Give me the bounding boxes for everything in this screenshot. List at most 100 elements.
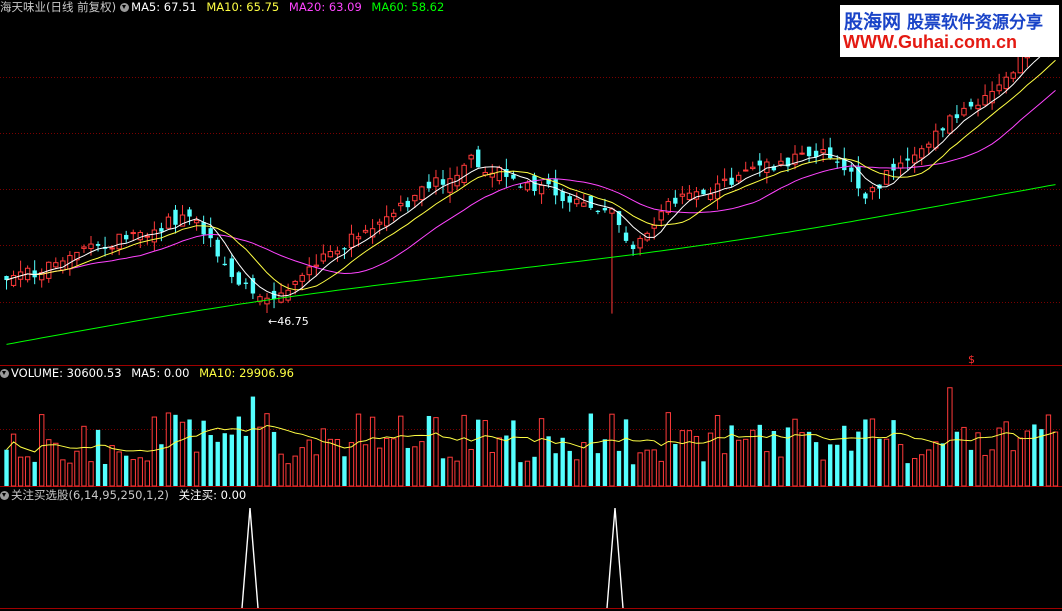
candle-down — [511, 174, 516, 179]
candle-down — [426, 181, 432, 189]
candle-up — [778, 160, 784, 165]
candle-down — [623, 232, 629, 241]
volume-bar-down — [905, 463, 910, 486]
volume-bar-down — [236, 416, 242, 486]
candle-up — [313, 264, 319, 267]
candle-down — [560, 191, 565, 202]
volume-bar-up — [144, 460, 151, 487]
volume-bar-up — [46, 439, 52, 487]
candle-up — [292, 280, 298, 285]
candle-up — [524, 182, 531, 191]
volume-bar-up — [461, 414, 467, 487]
signal-marker: $ — [968, 353, 975, 366]
candle-up — [982, 94, 988, 106]
candle-up — [799, 152, 805, 155]
ma10-value: MA10: 65.75 — [206, 0, 280, 14]
volume-bar-down — [813, 442, 819, 486]
watermark-logo: 股海网 股票软件资源分享 WWW.Guhai.com.cn — [840, 5, 1059, 57]
volume-bar-up — [489, 451, 495, 487]
candle-up — [299, 274, 305, 282]
volume-bar-down — [187, 419, 192, 486]
volume-bar-up — [799, 432, 805, 487]
volume-bar-up — [911, 458, 918, 487]
volume-bar-up — [693, 435, 700, 487]
volume-bar-up — [721, 453, 728, 487]
dropdown-icon[interactable] — [0, 369, 9, 378]
volume-bar-down — [102, 463, 108, 486]
volume-bar-up — [1024, 430, 1031, 487]
volume-bar-up — [947, 387, 953, 487]
volume-bar-up — [313, 454, 319, 487]
candle-down — [828, 147, 833, 159]
candle-up — [1003, 76, 1009, 90]
volume-bar-up — [53, 442, 59, 487]
volume-bar-up — [376, 447, 383, 487]
volume-bar-up — [278, 453, 284, 487]
volume-bar-up — [391, 438, 397, 487]
candle-up — [911, 154, 918, 164]
volume-bar-up — [574, 459, 580, 487]
volume-bar-up — [327, 438, 334, 487]
candle-up — [637, 237, 643, 249]
candle-up — [398, 202, 404, 207]
volume-value: VOLUME: 30600.53 — [11, 366, 122, 380]
logo-url: WWW.Guhai.com.cn — [843, 32, 1017, 52]
volume-bar-down — [940, 443, 946, 486]
volume-bar-up — [750, 429, 756, 487]
candle-up — [461, 164, 467, 183]
candle-up — [334, 250, 341, 255]
volume-bar-up — [299, 447, 305, 487]
volume-bar-down — [673, 444, 678, 486]
candle-down — [954, 114, 960, 119]
chart-canvas[interactable]: ←46.75 $ — [0, 0, 1062, 611]
volume-bar-down — [863, 419, 868, 486]
volume-bar-down — [426, 415, 432, 486]
candle-down — [222, 263, 227, 266]
candle-up — [721, 178, 728, 181]
volume-bar-up — [1052, 431, 1059, 487]
candle-up — [88, 243, 94, 250]
volume-bar-down — [159, 444, 164, 486]
candle-down — [891, 163, 896, 171]
volume-bar-down — [32, 461, 37, 486]
candle-down — [567, 196, 572, 203]
volume-bar-down — [405, 447, 410, 486]
volume-bar-up — [975, 432, 981, 487]
volume-bar-up — [933, 441, 939, 487]
candle-up — [137, 232, 143, 241]
candle-up — [320, 253, 327, 262]
volume-bar-up — [412, 446, 418, 487]
dropdown-icon[interactable] — [120, 3, 130, 12]
ma20-line — [6, 90, 1056, 281]
candle-up — [327, 251, 334, 258]
ma10-line — [6, 59, 1056, 291]
volume-bar-down — [1032, 424, 1037, 486]
candle-up — [897, 162, 904, 169]
candle-down — [630, 244, 636, 250]
volume-bar-up — [60, 459, 66, 487]
volume-bar-up — [883, 438, 890, 487]
candle-up — [926, 143, 932, 148]
candle-up — [109, 247, 115, 250]
volume-bar-up — [897, 444, 904, 487]
candle-down — [595, 210, 601, 213]
volume-ma10-value: MA10: 29906.96 — [199, 366, 294, 380]
candle-down — [243, 282, 249, 284]
volume-bar-up — [989, 449, 995, 487]
volume-bar-up — [285, 463, 291, 487]
volume-bar-up — [778, 456, 784, 487]
candle-up — [306, 266, 312, 276]
candle-down — [968, 101, 974, 107]
candle-up — [130, 232, 136, 235]
candle-down — [476, 149, 481, 168]
candle-down — [159, 228, 164, 232]
candle-up — [735, 174, 742, 182]
volume-bar-down — [208, 435, 213, 486]
volume-bar-up — [362, 444, 369, 487]
volume-bar-down — [560, 437, 565, 486]
dropdown-icon[interactable] — [0, 491, 9, 500]
volume-bar-up — [686, 430, 693, 487]
volume-bar-up — [743, 438, 749, 487]
volume-bar-down — [849, 450, 854, 486]
volume-bar-up — [320, 428, 327, 487]
